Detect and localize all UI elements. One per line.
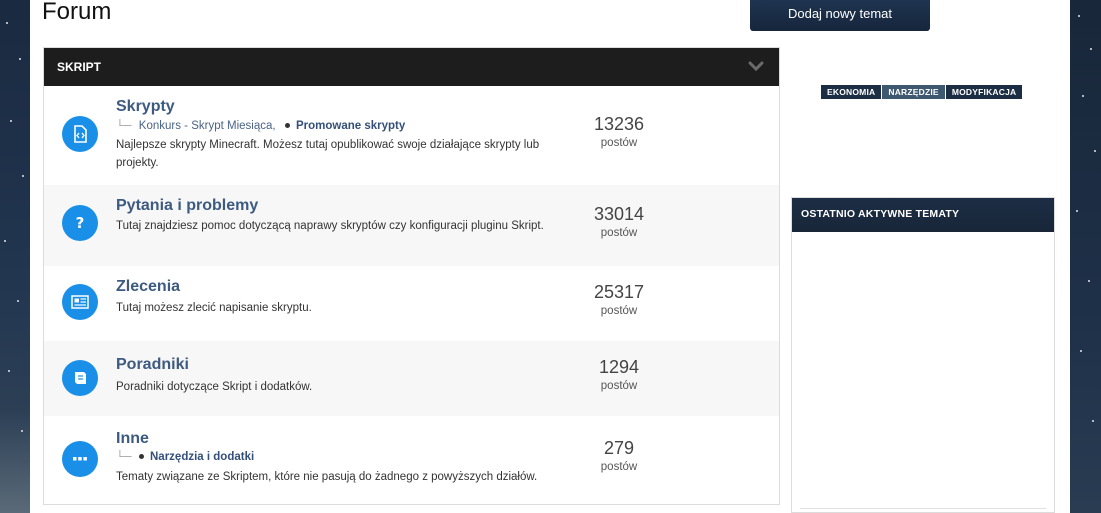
forum-description: Tutaj możesz zlecić napisanie skryptu. xyxy=(116,302,312,314)
forum-description: Tutaj znajdziesz pomoc dotyczącą naprawy… xyxy=(116,220,544,232)
forum-title-link[interactable]: Poradniki xyxy=(116,356,189,374)
divider xyxy=(800,508,1046,509)
post-count: 33014 xyxy=(593,204,645,224)
subforum-link[interactable]: Narzędzia i dodatki xyxy=(150,451,254,463)
new-topic-button[interactable]: Dodaj nowy temat xyxy=(750,0,930,31)
bullet-icon xyxy=(138,453,144,459)
tag-modyfikacja[interactable]: MODYFIKACJA xyxy=(945,85,1023,99)
category-header: SKRIPT xyxy=(44,48,779,86)
post-count-label: postów xyxy=(600,227,638,239)
category-title: SKRIPT xyxy=(57,60,102,74)
post-count: 13236 xyxy=(593,114,645,134)
subforum-list: └─ Narzędzia i dodatki xyxy=(116,451,254,463)
forum-description: Poradniki dotyczące Skript i dodatków. xyxy=(116,381,313,393)
newspaper-icon xyxy=(62,284,98,320)
post-count: 1294 xyxy=(598,357,640,377)
tag-ekonomia[interactable]: EKONOMIA xyxy=(821,85,882,99)
ellipsis-icon xyxy=(62,441,98,477)
forum-title-link[interactable]: Pytania i problemy xyxy=(116,197,258,215)
forum-title-link[interactable]: Skrypty xyxy=(116,98,175,116)
bullet-icon xyxy=(284,122,290,128)
post-count-label: postów xyxy=(600,461,638,473)
post-count-label: postów xyxy=(600,137,638,149)
tag-narzedzie[interactable]: NARZĘDZIE xyxy=(882,85,945,99)
chevron-down-icon[interactable] xyxy=(747,57,765,75)
forum-row-pytania: ? Pytania i problemy Tutaj znajdziesz po… xyxy=(44,185,779,266)
recent-topics-header: OSTATNIO AKTYWNE TEMATY xyxy=(792,198,1054,232)
tag-list: EKONOMIA NARZĘDZIE MODYFIKACJA xyxy=(821,82,1023,100)
main-content: Forum Dodaj nowy temat SKRIPT Skrypty └─… xyxy=(30,0,1070,513)
forum-description: Tematy związane ze Skriptem, które nie p… xyxy=(116,471,538,483)
subforum-list: └─ Konkurs - Skrypt Miesiąca, Promowane … xyxy=(116,120,405,132)
background-right xyxy=(1070,0,1101,513)
post-count: 25317 xyxy=(593,282,645,302)
forum-title-link[interactable]: Inne xyxy=(116,430,149,448)
forum-row-zlecenia: Zlecenia Tutaj możesz zlecić napisanie s… xyxy=(44,266,779,341)
recent-topics-box: OSTATNIO AKTYWNE TEMATY xyxy=(791,197,1055,513)
page-title: Forum xyxy=(42,0,112,25)
post-count-label: postów xyxy=(600,380,638,392)
post-count: 279 xyxy=(603,438,635,458)
subforum-link[interactable]: Konkurs - Skrypt Miesiąca, xyxy=(139,120,276,132)
forum-row-poradniki: Poradniki Poradniki dotyczące Skript i d… xyxy=(44,341,779,416)
forum-title-link[interactable]: Zlecenia xyxy=(116,278,180,296)
tree-branch-icon: └─ xyxy=(116,120,132,132)
forum-row-inne: Inne └─ Narzędzia i dodatki Tematy związ… xyxy=(44,416,779,504)
subforum-link[interactable]: Promowane skrypty xyxy=(296,120,405,132)
forum-description: Najlepsze skrypty Minecraft. Możesz tuta… xyxy=(116,139,540,169)
post-count-label: postów xyxy=(600,305,638,317)
question-icon: ? xyxy=(62,205,98,241)
script-icon xyxy=(62,116,98,152)
forum-category-panel: SKRIPT Skrypty └─ Konkurs - Skrypt Miesi… xyxy=(43,47,780,505)
tree-branch-icon: └─ xyxy=(116,451,132,463)
background-left xyxy=(0,0,30,513)
forum-row-skrypty: Skrypty └─ Konkurs - Skrypt Miesiąca, Pr… xyxy=(44,86,779,185)
book-icon xyxy=(62,360,98,396)
